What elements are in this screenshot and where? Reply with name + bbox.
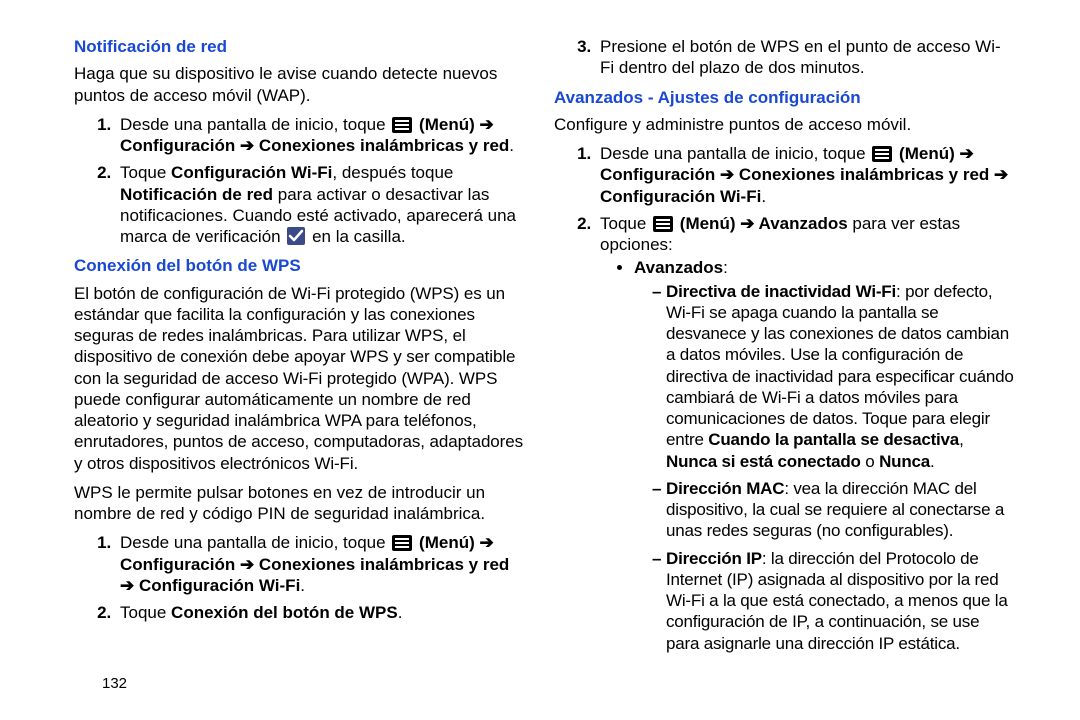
sec3-steps: Desde una pantalla de inicio, toque (Men… (554, 143, 1014, 654)
sec1-intro: Haga que su dispositivo le avise cuando … (74, 63, 526, 106)
wps-step3: Presione el botón de WPS en el punto de … (596, 36, 1014, 79)
opt3: Nunca (879, 452, 930, 471)
menu-icon (872, 146, 892, 162)
sec3-step1: Desde una pantalla de inicio, toque (Men… (596, 143, 1014, 207)
text: Desde una pantalla de inicio, toque (120, 115, 390, 134)
period: . (398, 603, 403, 622)
sec2-para2: WPS le permite pulsar botones en vez de … (74, 482, 526, 525)
menu-icon (392, 535, 412, 551)
colon: : (723, 258, 728, 277)
menu-icon (653, 216, 673, 232)
period: . (300, 576, 305, 595)
text: en la casilla. (312, 227, 406, 246)
opt2: Nunca si está conectado (666, 452, 861, 471)
text: Desde una pantalla de inicio, toque (600, 144, 870, 163)
sec2-steps: Desde una pantalla de inicio, toque (Men… (74, 532, 526, 623)
text: Toque (120, 603, 171, 622)
sec2-step2: Toque Conexión del botón de WPS. (116, 602, 526, 623)
advanced-sublist: Directiva de inactividad Wi-Fi: por defe… (634, 281, 1014, 654)
heading-advanced: Avanzados - Ajustes de configuración (554, 87, 1014, 108)
text: Desde una pantalla de inicio, toque (120, 533, 390, 552)
checkbox-checked-icon (287, 227, 305, 245)
sec1-step1: Desde una pantalla de inicio, toque (Men… (116, 114, 526, 157)
sub-mac-address: Dirección MAC: vea la dirección MAC del … (652, 478, 1014, 542)
manual-page: Notificación de red Haga que su disposit… (0, 0, 1080, 720)
label: Avanzados (634, 258, 723, 277)
sec1-steps: Desde una pantalla de inicio, toque (Men… (74, 114, 526, 248)
menu-icon (392, 117, 412, 133)
text: , después toque (332, 163, 453, 182)
text: Toque (120, 163, 171, 182)
sec3-intro: Configure y administre puntos de acceso … (554, 114, 1014, 135)
left-column: Notificación de red Haga que su disposit… (42, 36, 540, 710)
bold: (Menú) ➔ Avanzados (680, 214, 848, 233)
bold: Configuración Wi-Fi (171, 163, 332, 182)
right-column: Presione el botón de WPS en el punto de … (540, 36, 1038, 710)
period: . (761, 187, 766, 206)
sub-wifi-sleep-policy: Directiva de inactividad Wi-Fi: por defe… (652, 281, 1014, 472)
heading-network-notification: Notificación de red (74, 36, 526, 57)
term: Dirección IP (666, 549, 762, 568)
term: Directiva de inactividad Wi-Fi (666, 282, 896, 301)
term: Dirección MAC (666, 479, 784, 498)
bold: Notificación de red (120, 185, 273, 204)
continued-steps: Presione el botón de WPS en el punto de … (554, 36, 1014, 79)
sec3-step2: Toque (Menú) ➔ Avanzados para ver estas … (596, 213, 1014, 654)
sec1-step2: Toque Configuración Wi-Fi, después toque… (116, 162, 526, 247)
period: . (509, 136, 514, 155)
text: Toque (600, 214, 651, 233)
sec2-step1: Desde una pantalla de inicio, toque (Men… (116, 532, 526, 596)
sep: o (861, 452, 879, 471)
sec2-para1: El botón de configuración de Wi-Fi prote… (74, 283, 526, 474)
page-number: 132 (102, 675, 127, 694)
opt1: Cuando la pantalla se desactiva (708, 430, 959, 449)
sep: , (959, 430, 964, 449)
advanced-item: Avanzados: Directiva de inactividad Wi-F… (634, 257, 1014, 654)
bold: Conexión del botón de WPS (171, 603, 398, 622)
sub-ip-address: Dirección IP: la dirección del Protocolo… (652, 548, 1014, 654)
heading-wps: Conexión del botón de WPS (74, 255, 526, 276)
desc: : por defecto, Wi-Fi se apaga cuando la … (666, 282, 1014, 450)
period: . (930, 452, 935, 471)
advanced-bullet: Avanzados: Directiva de inactividad Wi-F… (600, 257, 1014, 654)
